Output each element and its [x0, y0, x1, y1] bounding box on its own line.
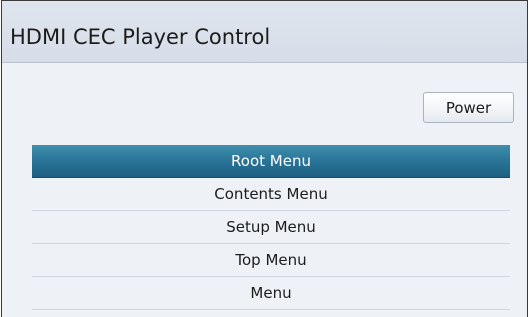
power-button[interactable]: Power	[423, 92, 514, 123]
window-title: HDMI CEC Player Control	[10, 25, 271, 49]
player-control-window: HDMI CEC Player Control Power Root Menu …	[1, 0, 528, 317]
title-bar: HDMI CEC Player Control	[2, 1, 527, 63]
menu-item-menu[interactable]: Menu	[32, 277, 510, 310]
menu-item-top-menu[interactable]: Top Menu	[32, 244, 510, 277]
menu-item-contents-menu[interactable]: Contents Menu	[32, 178, 510, 211]
menu-list: Root Menu Contents Menu Setup Menu Top M…	[32, 145, 510, 310]
menu-item-setup-menu[interactable]: Setup Menu	[32, 211, 510, 244]
menu-item-root-menu[interactable]: Root Menu	[32, 145, 510, 178]
